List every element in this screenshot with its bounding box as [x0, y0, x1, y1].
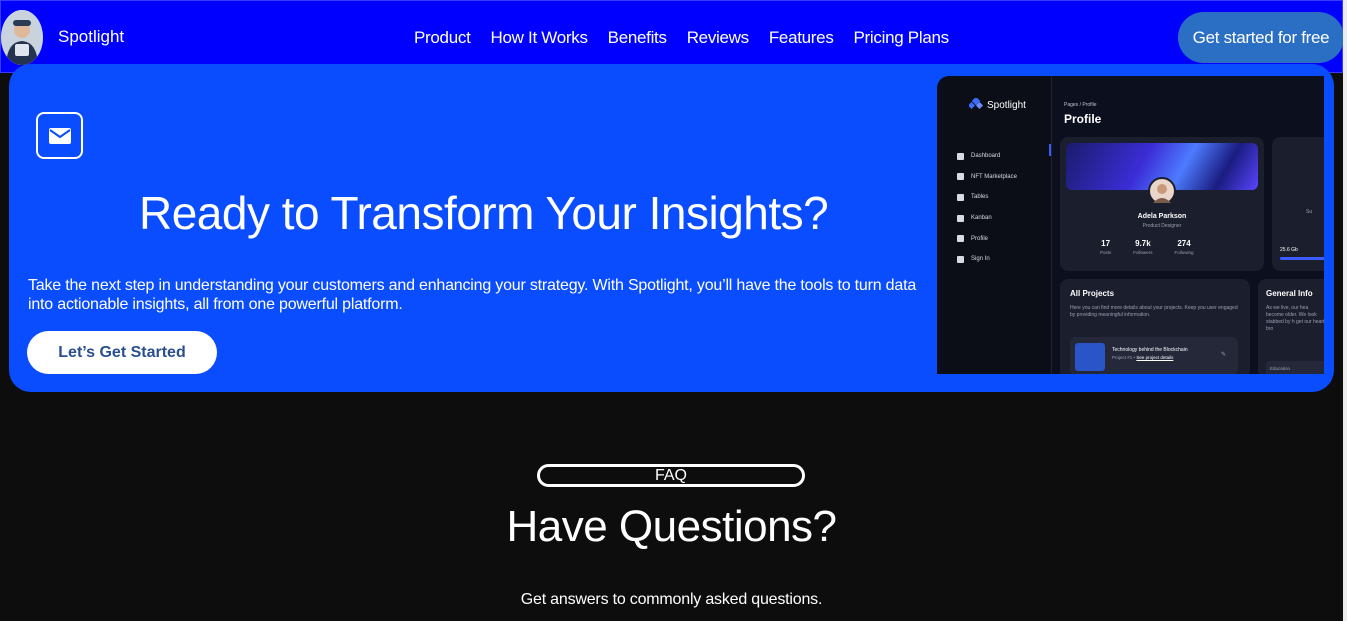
home-icon [957, 152, 964, 160]
project-item[interactable]: Technology behind the Blockchain Project… [1070, 337, 1238, 374]
storage-card: Su 25.6 Gb [1272, 137, 1324, 271]
faq-badge: FAQ [537, 464, 805, 487]
faq-subtitle: Get answers to commonly asked questions. [520, 591, 823, 608]
projects-card: All Projects Here you can find more deta… [1060, 279, 1250, 374]
stat-label: Followers [1133, 250, 1153, 255]
preview-menu-item[interactable]: Dashboard [957, 146, 1017, 167]
nav-link-reviews[interactable]: Reviews [687, 28, 749, 48]
preview-menu: Dashboard NFT Marketplace Tables Kanban … [957, 146, 1017, 270]
preview-menu-item[interactable]: Profile [957, 228, 1017, 249]
stat-label: Following [1174, 250, 1194, 255]
storage-used: 25.6 Gb [1280, 247, 1298, 253]
nav-link-benefits[interactable]: Benefits [608, 28, 667, 48]
preview-sidebar: Spotlight Dashboard NFT Marketplace Tabl… [945, 76, 1052, 374]
stat-label: Posts [1100, 250, 1112, 255]
preview-logo-text: Spotlight [987, 99, 1026, 111]
preview-title: Profile [1064, 112, 1102, 126]
preview-menu-label: Kanban [971, 215, 992, 222]
preview-menu-item[interactable]: Kanban [957, 208, 1017, 229]
profile-stats: 17 Posts 9.7k Followers 274 Following [1100, 239, 1194, 255]
nav-link-features[interactable]: Features [769, 28, 834, 48]
nav-link-how-it-works[interactable]: How It Works [491, 28, 588, 48]
hero-description: Take the next step in understanding your… [28, 277, 917, 313]
stat-value: 9.7k [1135, 239, 1151, 248]
brand-name[interactable]: Spotlight [58, 27, 124, 47]
logo-icon [967, 96, 984, 112]
profile-name: Adela Parkson [1137, 213, 1187, 220]
user-icon [957, 235, 964, 243]
envelope-icon [36, 112, 83, 159]
avatar[interactable] [1, 10, 43, 65]
general-info-card: General Info As we live, our hea become … [1258, 279, 1324, 374]
project-number: Project #1 • [1112, 355, 1136, 360]
general-info-text: As we live, our hea become older. We loo… [1266, 305, 1324, 332]
hero-title: Ready to Transform Your Insights? [139, 187, 829, 239]
profile-card: Adela Parkson Product Designer 17 Posts 9… [1060, 137, 1264, 271]
cart-icon [957, 173, 964, 181]
stat-posts: 17 Posts [1100, 239, 1111, 255]
storage-label: Su [1306, 209, 1313, 215]
preview-menu-item[interactable]: NFT Marketplace [957, 167, 1017, 188]
stat-value: 274 [1177, 239, 1191, 248]
active-indicator [1049, 144, 1051, 156]
nav-link-pricing-plans[interactable]: Pricing Plans [854, 28, 950, 48]
preview-breadcrumb: Pages / Profile [1064, 102, 1097, 108]
scrollbar[interactable] [1343, 0, 1347, 621]
bar-chart-icon [957, 193, 964, 201]
lets-get-started-button[interactable]: Let’s Get Started [27, 331, 217, 374]
project-name: Technology behind the Blockchain [1112, 347, 1188, 353]
grid-icon [957, 214, 964, 222]
education-field: Education [1266, 361, 1324, 374]
lock-icon [957, 255, 964, 263]
nav-link-product[interactable]: Product [414, 28, 471, 48]
top-navbar: Spotlight Product How It Works Benefits … [0, 0, 1344, 73]
page: Spotlight Product How It Works Benefits … [0, 0, 1347, 621]
get-started-button[interactable]: Get started for free [1178, 12, 1344, 63]
stat-followers: 9.7k Followers [1133, 239, 1152, 255]
dashboard-preview: Spotlight Dashboard NFT Marketplace Tabl… [937, 76, 1324, 374]
edit-icon[interactable]: ✎ [1221, 351, 1226, 358]
storage-bar [1280, 257, 1324, 260]
profile-avatar [1148, 177, 1176, 205]
stat-following: 274 Following [1175, 239, 1194, 255]
nav-links: Product How It Works Benefits Reviews Fe… [414, 28, 949, 48]
faq-title: Have Questions? [506, 502, 837, 551]
preview-menu-label: NFT Marketplace [971, 173, 1017, 180]
general-info-title: General Info [1266, 289, 1313, 298]
project-thumbnail [1075, 343, 1105, 371]
preview-menu-label: Profile [971, 235, 989, 242]
preview-menu-label: Sign In [971, 256, 990, 263]
preview-menu-item[interactable]: Tables [957, 187, 1017, 208]
preview-menu-label: Dashboard [971, 153, 1001, 160]
profile-role: Product Designer [1142, 223, 1182, 229]
preview-logo: Spotlight [967, 96, 1026, 112]
stat-value: 17 [1101, 239, 1111, 248]
preview-menu-label: Tables [971, 194, 989, 201]
projects-text: Here you can find more details about you… [1070, 305, 1238, 318]
preview-menu-item[interactable]: Sign In [957, 249, 1017, 270]
project-link[interactable]: See project details [1136, 355, 1173, 360]
cta-hero: Ready to Transform Your Insights? Take t… [9, 64, 1334, 392]
projects-title: All Projects [1070, 289, 1115, 298]
project-meta: Project #1 • See project details [1112, 355, 1173, 360]
